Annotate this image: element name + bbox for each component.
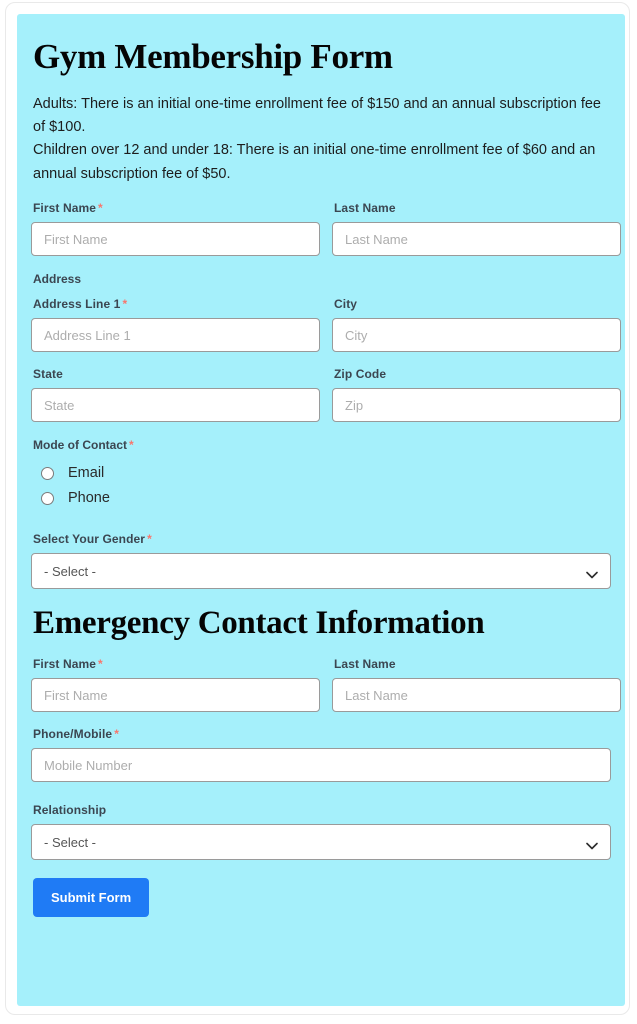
emergency-first-name-label: First Name *: [31, 657, 320, 678]
zip-code-field: Zip Code: [332, 367, 621, 423]
emergency-first-name-input[interactable]: [31, 678, 320, 713]
emergency-phone-label-text: Phone/Mobile: [33, 727, 113, 742]
relationship-label: Relationship: [33, 803, 107, 818]
required-asterisk: *: [114, 727, 119, 742]
mode-of-contact-label-text: Mode of Contact: [33, 438, 127, 453]
city-field: City: [332, 297, 621, 353]
required-asterisk: *: [98, 657, 103, 672]
emergency-contact-section-title: Emergency Contact Information: [33, 605, 485, 642]
last-name-field: Last Name: [332, 201, 621, 257]
gender-select[interactable]: - Select -: [31, 553, 611, 590]
radio-label-phone: Phone: [68, 490, 110, 507]
intro-line-children: Children over 12 and under 18: There is …: [33, 142, 596, 182]
required-asterisk: *: [98, 201, 103, 216]
relationship-select[interactable]: - Select -: [31, 824, 611, 861]
state-input[interactable]: [31, 388, 320, 423]
emergency-last-name-input[interactable]: [332, 678, 621, 713]
radio-circle-icon[interactable]: [41, 491, 54, 505]
zip-code-input[interactable]: [332, 388, 621, 423]
emergency-phone-field: Phone/Mobile *: [31, 712, 611, 783]
state-label: State: [33, 367, 63, 382]
city-input[interactable]: [332, 318, 621, 353]
name-row: First Name* Last Name: [31, 186, 621, 257]
emergency-phone-label: Phone/Mobile *: [31, 727, 611, 748]
intro-line-adults: Adults: There is an initial one-time enr…: [33, 95, 601, 135]
page-title: Gym Membership Form: [33, 37, 393, 76]
mode-of-contact-radio-group: Email Phone: [31, 452, 611, 511]
first-name-field: First Name *: [31, 201, 320, 257]
address-line-1-label: Address Line 1 *: [31, 297, 320, 318]
radio-label-email: Email: [68, 465, 105, 482]
required-asterisk: *: [147, 532, 152, 547]
relationship-field: Relationship - Select -: [31, 782, 611, 861]
gym-membership-form-panel: Gym Membership Form Adults: There is an …: [17, 14, 625, 1006]
address-row: Address Line 1* City: [31, 286, 621, 353]
submit-row: Submit Form: [31, 860, 611, 918]
emergency-name-row: First Name* Last Name: [31, 647, 621, 713]
zip-code-label: Zip Code: [334, 367, 387, 382]
address-heading: Address: [33, 272, 82, 287]
mode-of-contact-field: Mode of Contact * Email Phone: [31, 422, 611, 511]
address-line-1-label-text: Address Line 1: [33, 297, 121, 312]
required-asterisk: *: [122, 297, 128, 312]
emergency-last-name-field: Last Name: [332, 657, 621, 713]
emergency-phone-input[interactable]: [31, 748, 611, 783]
last-name-input[interactable]: [332, 222, 621, 257]
state-field: State: [31, 367, 320, 423]
relationship-select-wrapper: - Select -: [31, 824, 611, 861]
radio-circle-icon[interactable]: [41, 466, 54, 480]
page-card: Gym Membership Form Adults: There is an …: [5, 2, 630, 1015]
first-name-input[interactable]: [31, 222, 320, 257]
gender-label: Select Your Gender *: [31, 532, 611, 553]
emergency-last-name-label: Last Name: [334, 657, 396, 672]
submit-form-button[interactable]: Submit Form: [33, 878, 150, 918]
first-name-label: First Name *: [31, 201, 320, 222]
gender-field: Select Your Gender * - Select -: [31, 511, 611, 590]
address-line-1-input[interactable]: [31, 318, 320, 353]
city-label: City: [334, 297, 358, 312]
radio-option-email[interactable]: Email: [33, 461, 611, 486]
first-name-label-text: First Name: [33, 201, 97, 216]
gender-select-wrapper: - Select -: [31, 553, 611, 590]
state-zip-row: State Zip Code: [31, 352, 621, 423]
radio-option-phone[interactable]: Phone: [33, 486, 611, 511]
required-asterisk: *: [129, 438, 134, 453]
emergency-first-name-field: First Name *: [31, 657, 320, 713]
intro-paragraph: Adults: There is an initial one-time enr…: [31, 77, 611, 187]
emergency-first-name-label-text: First Name: [33, 657, 97, 672]
mode-of-contact-label: Mode of Contact *: [31, 422, 611, 452]
last-name-label: Last Name: [334, 201, 396, 216]
address-line-1-field: Address Line 1 *: [31, 297, 320, 353]
gender-label-text: Select Your Gender: [33, 532, 146, 547]
